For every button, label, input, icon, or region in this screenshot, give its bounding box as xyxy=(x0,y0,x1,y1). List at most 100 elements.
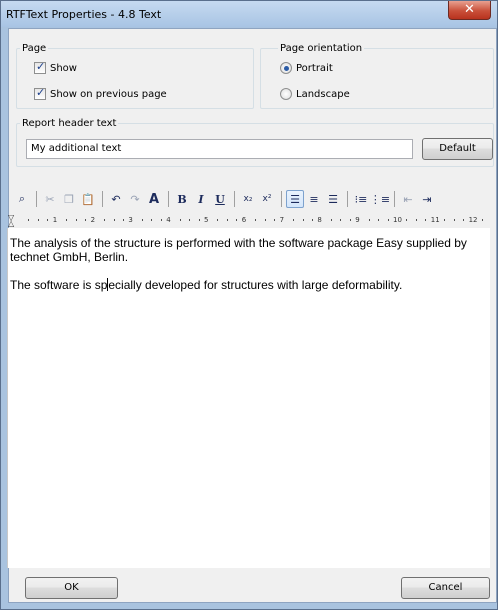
underline-icon[interactable]: U xyxy=(211,190,229,208)
formatting-toolbar: ⌕ ✂ ❐ 📋 ↶ ↷ A B I U x₂ x² ☰ ≡ ☰ ⁝≡ ⋮≡ ⇤ … xyxy=(7,187,490,211)
landscape-label: Landscape xyxy=(296,88,350,100)
header-text-input[interactable]: My additional text xyxy=(26,139,413,159)
radio-selected-icon xyxy=(280,62,292,74)
ruler-tick xyxy=(330,219,332,221)
subscript-icon[interactable]: x₂ xyxy=(239,190,257,208)
cut-icon[interactable]: ✂ xyxy=(41,190,59,208)
editor-paragraph: The analysis of the structure is perform… xyxy=(10,236,467,264)
landscape-radio[interactable]: Landscape xyxy=(280,88,350,100)
ruler-tick xyxy=(217,219,219,221)
portrait-label: Portrait xyxy=(296,62,333,74)
paste-icon[interactable]: 📋 xyxy=(79,190,97,208)
increase-indent-icon[interactable]: ⇥ xyxy=(418,190,436,208)
show-label: Show xyxy=(50,62,77,74)
ruler-tick xyxy=(293,219,295,221)
find-icon[interactable]: ⌕ xyxy=(13,190,31,208)
show-on-previous-page-checkbox[interactable]: Show on previous page xyxy=(34,86,167,100)
ruler-number: 10 xyxy=(393,216,402,224)
toolbar-separator xyxy=(394,191,395,207)
ruler-number: 5 xyxy=(204,216,209,224)
checkbox-checked-icon xyxy=(34,60,46,74)
close-icon: ✕ xyxy=(464,2,475,17)
toolbar-separator xyxy=(347,191,348,207)
toolbar-separator xyxy=(234,191,235,207)
ruler-number: 7 xyxy=(279,216,285,224)
ruler-tick xyxy=(47,219,49,221)
toolbar-separator xyxy=(36,191,37,207)
ruler-number: 1 xyxy=(52,216,58,224)
orientation-group-label: Page orientation xyxy=(278,43,365,54)
toolbar-separator xyxy=(102,191,103,207)
align-left-icon[interactable]: ☰ xyxy=(286,190,304,208)
numbered-list-icon[interactable]: ⋮≡ xyxy=(370,190,390,208)
ruler-tick xyxy=(122,219,124,221)
default-button[interactable]: Default xyxy=(422,138,493,160)
redo-icon[interactable]: ↷ xyxy=(126,190,144,208)
ruler-tick xyxy=(198,219,200,221)
close-button[interactable]: ✕ xyxy=(448,1,491,20)
ruler-tick xyxy=(378,219,380,221)
ruler-tick xyxy=(340,219,342,221)
ruler-tick xyxy=(160,219,162,221)
ruler-number: 9 xyxy=(355,216,360,224)
ruler-tick xyxy=(85,219,87,221)
toolbar-separator xyxy=(281,191,282,207)
ruler-tick xyxy=(368,219,370,221)
show-on-previous-page-label: Show on previous page xyxy=(50,88,167,100)
copy-icon[interactable]: ❐ xyxy=(60,190,78,208)
ruler-number: 3 xyxy=(128,216,133,224)
font-color-icon[interactable]: A xyxy=(145,190,163,208)
ruler-tick xyxy=(113,219,115,221)
ruler-tick xyxy=(37,219,39,221)
bullet-list-icon[interactable]: ⁝≡ xyxy=(352,190,370,208)
ruler-number: 12 xyxy=(468,216,478,224)
ruler-tick xyxy=(349,219,351,221)
portrait-radio[interactable]: Portrait xyxy=(280,62,333,74)
superscript-icon[interactable]: x² xyxy=(258,190,276,208)
ruler-tick xyxy=(387,219,389,221)
ruler-tick xyxy=(179,219,181,221)
editor-paragraph: The software is specially developed for … xyxy=(10,278,403,292)
ruler-number: 11 xyxy=(430,216,440,224)
ruler-tick xyxy=(311,219,313,221)
italic-icon[interactable]: I xyxy=(192,190,210,208)
ruler-tick xyxy=(189,219,191,221)
ruler-tick xyxy=(482,219,484,221)
align-right-icon[interactable]: ☰ xyxy=(324,190,342,208)
ruler-tick xyxy=(226,219,228,221)
ruler-tick xyxy=(141,219,143,221)
ruler-tick xyxy=(453,219,455,221)
page-group-label: Page xyxy=(20,43,49,54)
ruler-tick xyxy=(66,219,68,221)
title-bar[interactable]: RTFText Properties - 4.8 Text ✕ xyxy=(1,1,497,27)
ok-button[interactable]: OK xyxy=(25,577,118,599)
ruler-tick xyxy=(302,219,304,221)
ruler-tick xyxy=(415,219,417,221)
ruler-tick xyxy=(444,219,446,221)
ruler-tick xyxy=(406,219,408,221)
ruler-tick xyxy=(463,219,465,221)
rich-text-editor[interactable]: The analysis of the structure is perform… xyxy=(7,228,490,568)
show-checkbox[interactable]: Show xyxy=(34,60,77,74)
ruler-number: 2 xyxy=(90,216,96,224)
cancel-button[interactable]: Cancel xyxy=(401,577,490,599)
toolbar-separator xyxy=(168,191,169,207)
undo-icon[interactable]: ↶ xyxy=(107,190,125,208)
ruler-tick xyxy=(151,219,153,221)
dialog-window: RTFText Properties - 4.8 Text ✕ Page Sho… xyxy=(0,0,498,610)
ruler-tick xyxy=(104,219,106,221)
ruler-tick xyxy=(236,219,238,221)
bold-icon[interactable]: B xyxy=(173,190,191,208)
ruler-number: 6 xyxy=(241,216,247,224)
ruler-tick xyxy=(274,219,276,221)
indent-marker-icon[interactable]: △ xyxy=(8,219,14,228)
checkbox-checked-icon xyxy=(34,86,46,100)
align-center-icon[interactable]: ≡ xyxy=(305,190,323,208)
radio-unselected-icon xyxy=(280,88,292,100)
ruler[interactable]: ▽ △ 12345678910111213 xyxy=(7,213,490,228)
window-title: RTFText Properties - 4.8 Text xyxy=(6,8,162,21)
decrease-indent-icon[interactable]: ⇤ xyxy=(399,190,417,208)
ruler-number: 8 xyxy=(317,216,322,224)
ruler-tick xyxy=(425,219,427,221)
header-text-group-label: Report header text xyxy=(20,118,119,129)
